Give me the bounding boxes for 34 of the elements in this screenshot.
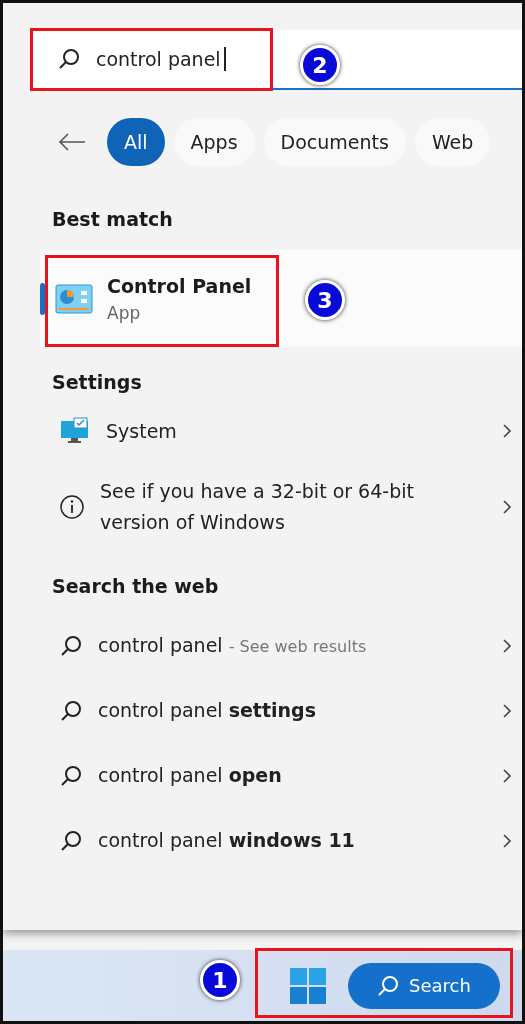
back-arrow-icon[interactable] (58, 132, 86, 152)
control-panel-icon (55, 283, 93, 314)
taskbar-search-button[interactable]: Search (348, 962, 500, 1009)
search-icon (60, 829, 82, 852)
result-type: App (107, 302, 142, 323)
chevron-icon (502, 702, 512, 719)
chevron-icon (502, 832, 512, 849)
web-result[interactable]: control panel windows 11 (3, 808, 522, 873)
chevron-icon (502, 637, 512, 654)
filter-tab[interactable]: All (107, 118, 165, 166)
chevron-icon (502, 499, 512, 515)
monitor-icon (60, 417, 90, 445)
windows-start-icon[interactable] (290, 967, 326, 1004)
result-name: Control Panel (107, 274, 252, 297)
filter-tab[interactable]: Web (414, 118, 491, 166)
section-heading: Search the web (52, 575, 220, 597)
search-icon (377, 974, 400, 997)
web-result[interactable]: control panel - See web results (3, 613, 522, 678)
filter-tab[interactable]: Documents (263, 118, 406, 166)
filter-tab[interactable]: Apps (173, 118, 255, 166)
info-icon (60, 495, 84, 519)
web-result[interactable]: control panel settings (3, 678, 522, 743)
section-heading: Settings (52, 371, 143, 393)
chevron-icon (502, 423, 512, 439)
settings-result[interactable]: System (3, 401, 522, 461)
chevron-icon (502, 767, 512, 784)
settings-result[interactable]: See if you have a 32-bit or 64-bit version of Windows (3, 461, 522, 553)
web-result[interactable]: control panel open (3, 743, 522, 808)
search-icon (60, 764, 82, 787)
section-heading: Best match (52, 208, 174, 230)
search-icon (60, 634, 82, 657)
search-icon (58, 48, 80, 70)
selection-indicator (40, 283, 45, 315)
search-icon (60, 699, 82, 722)
